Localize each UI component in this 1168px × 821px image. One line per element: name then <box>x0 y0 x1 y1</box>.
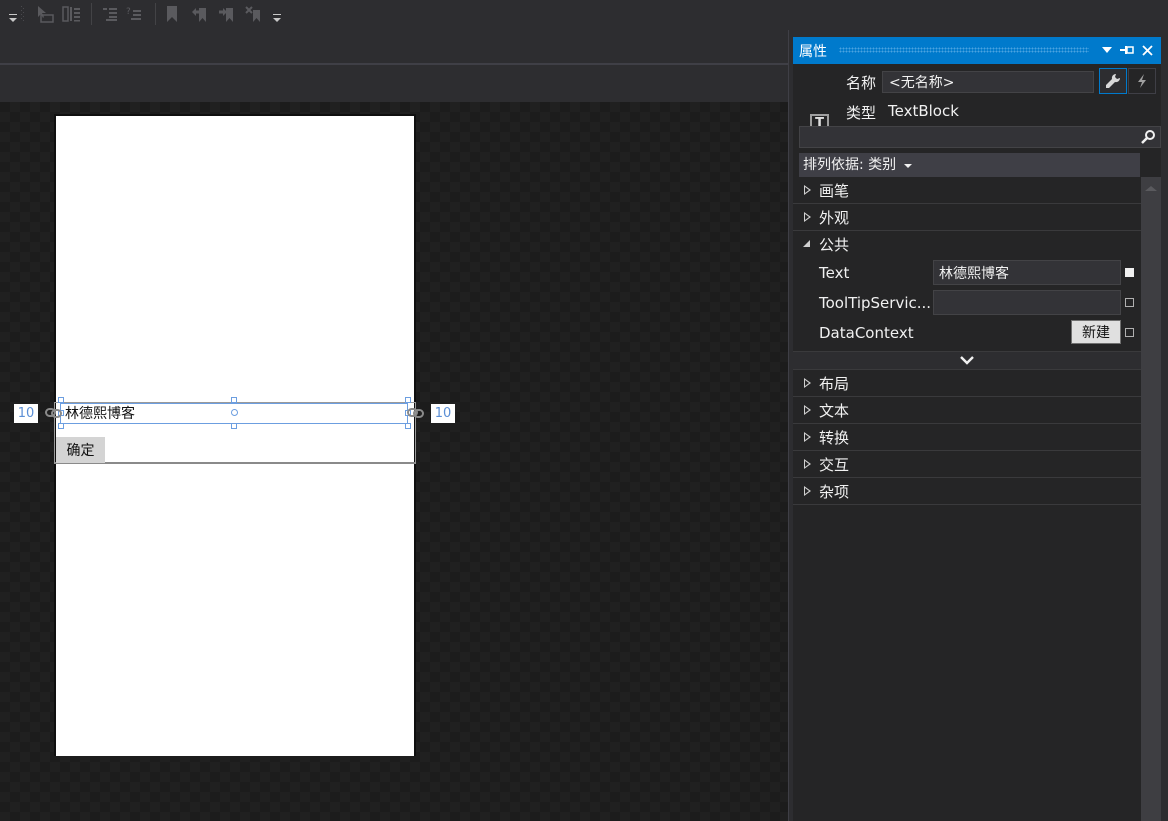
category-text[interactable]: 文本 <box>793 397 1141 424</box>
expand-arrow-icon <box>804 459 811 469</box>
category-label: 文本 <box>819 401 850 420</box>
type-label: 类型 <box>846 104 877 122</box>
toolbar-separator <box>155 3 156 25</box>
category-label: 杂项 <box>819 482 850 501</box>
properties-title-bar[interactable]: 属性 <box>793 37 1161 64</box>
comment-lines-icon[interactable]: ? <box>124 4 144 24</box>
resize-handle-top-left[interactable] <box>58 397 64 403</box>
advanced-options-marker[interactable] <box>1125 298 1134 307</box>
events-view-button[interactable] <box>1128 68 1156 94</box>
category-label: 画笔 <box>819 181 850 200</box>
designer-header <box>0 30 790 102</box>
category-transform[interactable]: 转换 <box>793 424 1141 451</box>
auto-hide-pin-icon[interactable] <box>1119 42 1135 58</box>
properties-view-button[interactable] <box>1099 68 1127 94</box>
property-name: Text <box>819 264 850 282</box>
next-bookmark-icon[interactable] <box>217 4 237 24</box>
align-panel-icon[interactable] <box>60 4 84 24</box>
chevron-down-icon <box>904 164 913 168</box>
right-edge-strip <box>1161 37 1168 821</box>
advanced-options-marker[interactable] <box>1125 268 1134 277</box>
category-list: 画笔 外观 公共 Text ToolTipServic... <box>793 177 1141 505</box>
expand-arrow-icon <box>804 212 811 222</box>
category-common-header[interactable]: 公共 <box>793 231 1141 258</box>
expand-arrow-icon <box>804 378 811 388</box>
resize-handle-top[interactable] <box>231 397 237 403</box>
right-margin-label[interactable]: 10 <box>431 404 455 423</box>
select-tool-icon[interactable] <box>34 4 56 24</box>
chevron-down-icon <box>960 356 974 365</box>
resize-handle-bottom[interactable] <box>231 423 237 429</box>
title-grip <box>839 47 1089 53</box>
resize-handle-top-right[interactable] <box>405 397 411 403</box>
element-name-input[interactable] <box>882 71 1094 93</box>
properties-body: T 名称 类型 TextBlock 排列依据: 类别 画笔 外观 <box>793 64 1161 821</box>
right-margin-link-icon[interactable] <box>407 407 425 419</box>
category-interaction[interactable]: 交互 <box>793 451 1141 478</box>
category-label: 布局 <box>819 374 850 393</box>
indent-icon[interactable] <box>100 4 120 24</box>
search-icon <box>1141 130 1155 144</box>
collapse-arrow-icon <box>803 240 810 247</box>
type-value: TextBlock <box>888 102 959 120</box>
sort-by-label: 排列依据: 类别 <box>803 157 897 173</box>
previous-bookmark-icon[interactable] <box>190 4 210 24</box>
resize-handle-bottom-left[interactable] <box>58 423 64 429</box>
sort-by-dropdown[interactable]: 排列依据: 类别 <box>799 153 1140 177</box>
name-label: 名称 <box>846 74 877 92</box>
properties-title: 属性 <box>799 44 827 60</box>
clear-bookmarks-icon[interactable] <box>244 4 264 24</box>
designer-toolbar: ? <box>0 0 790 30</box>
resize-handle-bottom-right[interactable] <box>405 423 411 429</box>
bookmark-icon[interactable] <box>162 4 182 24</box>
category-common: 公共 Text ToolTipServic... DataContext 新建 <box>793 231 1141 352</box>
expand-arrow-icon <box>804 432 811 442</box>
toolbar-overflow-left-icon[interactable] <box>8 12 18 24</box>
left-margin-link-icon[interactable] <box>45 407 63 419</box>
category-appearance[interactable]: 外观 <box>793 204 1141 231</box>
show-advanced-properties[interactable] <box>793 352 1141 370</box>
svg-text:?: ? <box>126 7 131 17</box>
header-divider <box>0 63 790 65</box>
toolbar-grip-icon[interactable] <box>20 4 26 24</box>
new-datacontext-button[interactable]: 新建 <box>1071 320 1121 344</box>
textblock-text: 林德熙博客 <box>65 406 135 422</box>
left-margin-label[interactable]: 10 <box>14 404 38 423</box>
text-property-input[interactable] <box>933 260 1121 285</box>
category-label: 交互 <box>819 455 850 474</box>
center-handle[interactable] <box>231 409 238 416</box>
confirm-button[interactable]: 确定 <box>56 437 105 463</box>
lightning-icon <box>1138 74 1146 88</box>
expand-arrow-icon <box>804 405 811 415</box>
toolbar-overflow-right-icon[interactable] <box>272 12 282 24</box>
property-name: DataContext <box>819 324 914 342</box>
advanced-options-marker[interactable] <box>1125 328 1134 337</box>
wrench-icon <box>1106 73 1121 88</box>
properties-panel: 属性 T 名称 类型 TextBlock 排列依据: 类别 <box>793 37 1168 821</box>
expand-arrow-icon <box>804 185 811 195</box>
category-label: 公共 <box>819 236 850 254</box>
scroll-up-arrow-icon[interactable] <box>1145 186 1157 191</box>
category-label: 外观 <box>819 208 850 227</box>
expand-arrow-icon <box>804 486 811 496</box>
tooltip-property-input[interactable] <box>933 290 1121 315</box>
category-brush[interactable]: 画笔 <box>793 177 1141 204</box>
property-row-text: Text <box>793 260 1141 288</box>
category-misc[interactable]: 杂项 <box>793 478 1141 505</box>
toolbar-separator <box>91 3 92 25</box>
property-name: ToolTipServic... <box>819 294 932 312</box>
property-row-tooltip: ToolTipServic... <box>793 290 1141 318</box>
category-layout[interactable]: 布局 <box>793 370 1141 397</box>
property-row-datacontext: DataContext 新建 <box>793 320 1141 348</box>
window-position-dropdown-icon[interactable] <box>1099 42 1115 58</box>
properties-scrollbar[interactable] <box>1141 177 1161 821</box>
category-label: 转换 <box>819 428 850 447</box>
close-icon[interactable] <box>1139 42 1155 58</box>
property-search-input[interactable] <box>799 126 1161 148</box>
